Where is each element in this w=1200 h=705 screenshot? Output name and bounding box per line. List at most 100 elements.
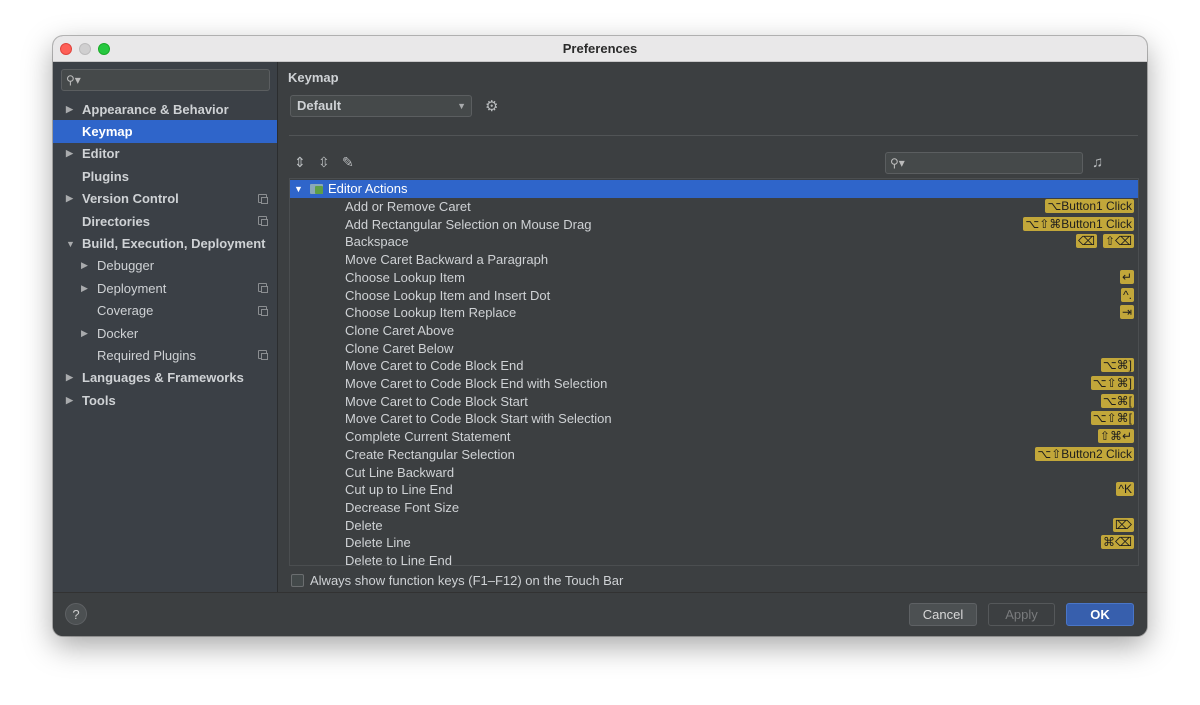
collapse-all-icon[interactable]: ⇳ — [318, 154, 330, 171]
shortcut-badge: ⌥⇧Button2 Click — [1035, 446, 1134, 461]
sidebar-item-appearance-behavior[interactable]: ▶ Appearance & Behavior — [53, 98, 277, 120]
chevron-right-icon[interactable]: ▶ — [81, 328, 91, 339]
dialog-footer: ? Cancel Apply OK — [53, 592, 1147, 636]
table-row[interactable]: Backspace ⌫ ⇧⌫ — [290, 233, 1138, 251]
sidebar-item-required-plugins[interactable]: Required Plugins — [53, 344, 277, 366]
shortcut-list: ⌘⌫ — [1101, 535, 1134, 550]
shortcut-badge: ^K — [1116, 482, 1134, 497]
shortcut-list: ⇥ — [1119, 305, 1134, 320]
sidebar-item-label: Plugins — [82, 168, 129, 184]
table-row[interactable]: Add Rectangular Selection on Mouse Drag ⌥… — [290, 216, 1138, 234]
table-row[interactable]: Move Caret to Code Block Start ⌥⌘[ — [290, 393, 1138, 411]
action-label: Create Rectangular Selection — [345, 446, 515, 462]
table-row[interactable]: Move Caret to Code Block End with Select… — [290, 375, 1138, 393]
sidebar-item-tools[interactable]: ▶ Tools — [53, 389, 277, 411]
chevron-right-icon[interactable]: ▶ — [66, 193, 76, 204]
shortcut-badge: ⇧⌫ — [1102, 234, 1134, 249]
sidebar-item-label: Required Plugins — [97, 347, 197, 363]
project-settings-icon — [258, 350, 268, 361]
table-row[interactable]: Delete ⌦ — [290, 517, 1138, 535]
minimize-window-button[interactable] — [79, 43, 91, 55]
sidebar-item-label: Debugger — [97, 258, 155, 274]
table-row[interactable]: Delete to Line End — [290, 552, 1138, 565]
touchbar-label: Always show function keys (F1–F12) on th… — [310, 573, 624, 588]
shortcut-list: ⌥⇧Button2 Click — [1035, 446, 1134, 461]
ok-button[interactable]: OK — [1066, 603, 1134, 626]
sidebar-item-debugger[interactable]: ▶ Debugger — [53, 255, 277, 277]
action-label: Move Caret Backward a Paragraph — [345, 252, 549, 268]
table-row[interactable]: Complete Current Statement ⇧⌘↵ — [290, 428, 1138, 446]
chevron-right-icon[interactable]: ▶ — [66, 372, 76, 383]
project-settings-icon — [258, 215, 268, 226]
maximize-window-button[interactable] — [98, 43, 110, 55]
table-row[interactable]: Add or Remove Caret ⌥Button1 Click — [290, 198, 1138, 216]
chevron-right-icon[interactable]: ▶ — [66, 104, 76, 115]
chevron-down-icon: ▼ — [457, 101, 466, 111]
sidebar-item-docker[interactable]: ▶ Docker — [53, 322, 277, 344]
sidebar-item-build-execution-deployment[interactable]: ▼ Build, Execution, Deployment — [53, 232, 277, 254]
sidebar-item-label: Deployment — [97, 280, 167, 296]
table-row[interactable]: Choose Lookup Item and Insert Dot ^. — [290, 287, 1138, 305]
sidebar-item-keymap[interactable]: Keymap — [53, 120, 277, 143]
tree-node-editor-actions[interactable]: ▼ Editor Actions — [290, 180, 1138, 198]
help-button[interactable]: ? — [65, 603, 87, 625]
shortcut-badge: ⌥Button1 Click — [1045, 199, 1134, 213]
touchbar-option[interactable]: Always show function keys (F1–F12) on th… — [291, 573, 623, 588]
shortcut-list: ↵ — [1119, 269, 1134, 284]
find-by-shortcut-icon[interactable]: ♫ — [1092, 154, 1103, 171]
table-row[interactable]: Cut up to Line End ^K — [290, 481, 1138, 499]
edit-shortcut-icon[interactable]: ✎ — [342, 154, 354, 171]
action-label: Delete — [345, 517, 383, 533]
table-row[interactable]: Decrease Font Size — [290, 499, 1138, 517]
close-window-button[interactable] — [60, 43, 72, 55]
touchbar-checkbox[interactable] — [291, 574, 304, 587]
action-label: Decrease Font Size — [345, 499, 460, 515]
chevron-down-icon[interactable]: ▼ — [66, 239, 76, 249]
keymap-tree[interactable]: ▼ Editor Actions Add or Remove Caret ⌥But… — [289, 178, 1139, 566]
table-row[interactable]: Create Rectangular Selection ⌥⇧Button2 Cl… — [290, 446, 1138, 464]
tree-node-label: Editor Actions — [328, 181, 408, 197]
chevron-right-icon[interactable]: ▶ — [81, 283, 91, 294]
shortcut-list: ⌥⌘[ — [1100, 393, 1134, 408]
sidebar-item-label: Appearance & Behavior — [82, 101, 229, 117]
sidebar-item-label: Coverage — [97, 303, 154, 319]
cancel-button[interactable]: Cancel — [909, 603, 977, 626]
table-row[interactable]: Move Caret to Code Block Start with Sele… — [290, 410, 1138, 428]
shortcut-badge: ↵ — [1119, 269, 1134, 284]
chevron-right-icon[interactable]: ▶ — [66, 395, 76, 406]
apply-button[interactable]: Apply — [988, 603, 1055, 626]
sidebar-item-label: Build, Execution, Deployment — [82, 236, 266, 252]
chevron-right-icon[interactable]: ▶ — [81, 260, 91, 271]
table-row[interactable]: Move Caret Backward a Paragraph — [290, 251, 1138, 269]
table-row[interactable]: Delete Line ⌘⌫ — [290, 534, 1138, 552]
shortcut-badge: ⇧⌘↵ — [1097, 429, 1134, 444]
sidebar-item-editor[interactable]: ▶ Editor — [53, 143, 277, 165]
sidebar-item-plugins[interactable]: Plugins — [53, 165, 277, 187]
sidebar-item-directories[interactable]: Directories — [53, 210, 277, 232]
keymap-select[interactable]: Default ▼ — [290, 95, 472, 117]
shortcut-list: ⇧⌘↵ — [1097, 429, 1134, 444]
project-settings-icon — [258, 283, 268, 294]
settings-search-input[interactable]: ⚲▾ — [61, 69, 270, 91]
action-label: Clone Caret Above — [345, 322, 455, 338]
action-search-input[interactable]: ⚲▾ — [885, 152, 1083, 174]
chevron-right-icon[interactable]: ▶ — [66, 148, 76, 159]
sidebar-item-coverage[interactable]: Coverage — [53, 300, 277, 322]
shortcut-badge: ⌥⌘] — [1100, 358, 1134, 373]
action-label: Add Rectangular Selection on Mouse Drag — [345, 216, 592, 232]
table-row[interactable]: Cut Line Backward — [290, 464, 1138, 482]
expand-all-icon[interactable]: ⇕ — [294, 154, 306, 171]
gear-icon[interactable]: ⚙ — [485, 97, 498, 115]
table-row[interactable]: Move Caret to Code Block End ⌥⌘] — [290, 357, 1138, 375]
sidebar-item-deployment[interactable]: ▶ Deployment — [53, 277, 277, 299]
sidebar-item-label: Version Control — [82, 191, 179, 207]
sidebar-item-version-control[interactable]: ▶ Version Control — [53, 188, 277, 210]
sidebar-item-languages-frameworks[interactable]: ▶ Languages & Frameworks — [53, 367, 277, 389]
table-row[interactable]: Clone Caret Above — [290, 322, 1138, 340]
table-row[interactable]: Clone Caret Below — [290, 340, 1138, 358]
action-label: Cut Line Backward — [345, 464, 455, 480]
table-row[interactable]: Choose Lookup Item Replace ⇥ — [290, 304, 1138, 322]
table-row[interactable]: Choose Lookup Item ↵ — [290, 269, 1138, 287]
sidebar-item-label: Tools — [82, 392, 116, 408]
project-settings-icon — [258, 193, 268, 204]
